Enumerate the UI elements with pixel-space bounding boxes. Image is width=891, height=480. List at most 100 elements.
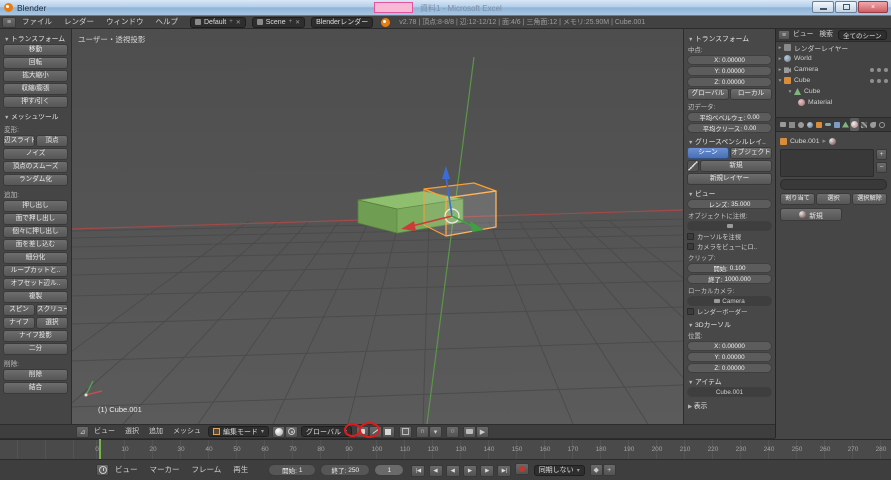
view-menu[interactable]: ビュー <box>89 426 120 438</box>
prev-keyframe-button[interactable]: ◀ <box>428 465 443 477</box>
timeline-menu-frame[interactable]: フレーム <box>186 464 228 476</box>
expand-icon[interactable]: ▸ <box>776 45 784 51</box>
play-button[interactable]: ▶ <box>462 465 477 477</box>
expand-icon[interactable]: ▸ <box>776 56 784 62</box>
menu-render[interactable]: レンダー <box>58 16 100 28</box>
gp-scene-toggle[interactable]: シーン <box>687 147 729 159</box>
pivot-point-button[interactable] <box>285 425 299 438</box>
remove-slot-button[interactable]: − <box>876 162 887 173</box>
translate-button[interactable]: 移動 <box>3 44 68 56</box>
clip-end-field[interactable]: 終了: 1000.000 <box>687 274 772 284</box>
median-z-field[interactable]: Z: 0.00000 <box>687 77 772 87</box>
add-slot-button[interactable]: + <box>876 149 887 160</box>
close-button[interactable]: × <box>858 1 888 13</box>
inset-faces-button[interactable]: 面を差し込む <box>3 239 68 251</box>
record-button[interactable] <box>514 463 529 475</box>
local-toggle[interactable]: ローカル <box>730 88 772 100</box>
cursor-x-field[interactable]: X: 0.00000 <box>687 341 772 351</box>
timeline-menu-view[interactable]: ビュー <box>109 464 144 476</box>
screen-close-icon[interactable]: ✕ <box>236 19 241 26</box>
outliner-row-material[interactable]: Material <box>776 97 891 108</box>
outliner-display-mode[interactable]: 全てのシーン <box>837 30 887 40</box>
material-slot-list[interactable] <box>780 149 874 177</box>
tab-render[interactable] <box>778 118 787 131</box>
keying-set-button[interactable]: ◆ <box>589 464 603 476</box>
editor-type-icon[interactable]: ≡ <box>778 30 790 40</box>
panel-transform-header[interactable]: トランスフォーム <box>3 31 68 44</box>
gp-new-button[interactable]: 新規 <box>700 160 772 172</box>
cursor-select-icon[interactable] <box>877 79 881 83</box>
tab-object-data[interactable] <box>841 118 850 131</box>
collapse-icon[interactable]: ▾ <box>786 89 794 95</box>
vertex-slide-button[interactable]: 頂点 <box>36 135 68 147</box>
bevel-weight-field[interactable]: 平均ベベルウェ: 0.00 <box>687 112 772 122</box>
snap-element-button[interactable]: ▾ <box>428 425 442 438</box>
new-material-button[interactable]: 新規 <box>780 208 842 221</box>
viewport-shading-button[interactable] <box>272 425 286 438</box>
tab-modifiers[interactable] <box>832 118 841 131</box>
visibility-toggles[interactable] <box>870 79 888 83</box>
panel-display-header[interactable]: 表示 <box>687 398 772 411</box>
smooth-vertex-button[interactable]: 頂点のスムーズ <box>3 161 68 173</box>
cursor-z-field[interactable]: Z: 0.00000 <box>687 363 772 373</box>
jump-to-start-button[interactable]: |◀ <box>411 465 426 477</box>
timeline-ruler[interactable]: 0 10 20 30 40 50 60 70 80 90 100 110 120 130 140 150 160… <box>0 439 891 459</box>
lock-to-cursor-checkbox[interactable]: カーソルを注視 <box>687 232 772 241</box>
timeline-menu-playback[interactable]: 再生 <box>227 464 254 476</box>
scene-add-icon[interactable]: + <box>289 19 293 25</box>
select-cut-button[interactable]: 選択 <box>36 317 68 329</box>
panel-grease-pencil-header[interactable]: グリースペンシルレイ.. <box>687 134 772 147</box>
next-keyframe-button[interactable]: ▶ <box>480 465 495 477</box>
extrude-button[interactable]: 押し出し <box>3 200 68 212</box>
gp-new-layer-button[interactable]: 新規レイヤー <box>687 173 772 185</box>
median-x-field[interactable]: X: 0.00000 <box>687 55 772 65</box>
lock-camera-checkbox[interactable]: カメラをビューにロ.. <box>687 242 772 251</box>
bisect-button[interactable]: 二分 <box>3 343 68 355</box>
minimize-button[interactable] <box>812 1 834 13</box>
tab-render-layers[interactable] <box>787 118 796 131</box>
select-menu[interactable]: 選択 <box>120 426 144 438</box>
render-opengl-button[interactable] <box>462 425 476 438</box>
crease-field[interactable]: 平均クリース: 0.00 <box>687 123 772 133</box>
tab-scene[interactable] <box>796 118 805 131</box>
deselect-button[interactable]: 選択解除 <box>852 193 887 205</box>
editor-type-icon[interactable]: ⊿ <box>76 425 89 438</box>
mode-selector[interactable]: 編集モード ▾ <box>208 426 270 437</box>
face-select-mode-button[interactable] <box>381 425 395 438</box>
jump-to-end-button[interactable]: ▶| <box>497 465 512 477</box>
mesh-menu[interactable]: メッシュ <box>168 426 206 438</box>
snap-button[interactable]: ∩ <box>415 425 429 438</box>
rotate-button[interactable]: 回転 <box>3 57 68 69</box>
panel-meshtools-header[interactable]: メッシュツール <box>3 109 68 122</box>
add-menu[interactable]: 追加 <box>144 426 168 438</box>
screen-layout-selector[interactable]: Default + ✕ <box>190 16 246 28</box>
frame-start-field[interactable]: 開始: 1 <box>268 464 317 476</box>
viewport-canvas[interactable] <box>72 29 683 424</box>
scale-button[interactable]: 拡大縮小 <box>3 70 68 82</box>
sync-mode-selector[interactable]: 同期しない ▾ <box>533 464 585 476</box>
scene-selector[interactable]: Scene + ✕ <box>251 16 306 28</box>
median-y-field[interactable]: Y: 0.00000 <box>687 66 772 76</box>
render-engine-selector[interactable]: Blenderレンダー <box>311 16 374 28</box>
panel-view-header[interactable]: ビュー <box>687 186 772 199</box>
panel-transform-header[interactable]: トランスフォーム <box>687 31 772 44</box>
extrude-region-button[interactable]: 面で押し出し <box>3 213 68 225</box>
visibility-toggles[interactable] <box>870 68 888 72</box>
clip-start-field[interactable]: 開始: 0.100 <box>687 263 772 273</box>
gp-object-toggle[interactable]: オブジェクト <box>730 147 772 159</box>
outliner-row-world[interactable]: ▸ World <box>776 53 891 64</box>
screw-button[interactable]: スクリュー <box>36 304 68 316</box>
menu-file[interactable]: ファイル <box>16 16 58 28</box>
panel-item-header[interactable]: アイテム <box>687 374 772 387</box>
selected-faces[interactable] <box>423 182 497 237</box>
tab-material[interactable] <box>850 118 859 131</box>
scene-close-icon[interactable]: ✕ <box>295 19 300 26</box>
merge-button[interactable]: 結合 <box>3 382 68 394</box>
tab-constraints[interactable] <box>823 118 832 131</box>
current-frame-field[interactable]: 1 <box>374 464 405 476</box>
menu-help[interactable]: ヘルプ <box>150 16 185 28</box>
tab-texture[interactable] <box>859 118 868 131</box>
select-button[interactable]: 選択 <box>816 193 851 205</box>
item-name-field[interactable]: Cube.001 <box>687 387 772 397</box>
outliner-row-renderlayers[interactable]: ▸ レンダーレイヤー <box>776 42 891 53</box>
